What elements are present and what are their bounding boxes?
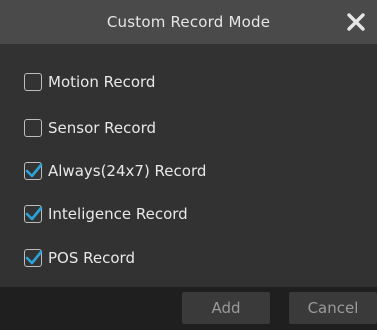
option-pos-record[interactable]: POS Record	[24, 246, 135, 270]
dialog-title: Custom Record Mode	[106, 13, 271, 31]
option-label: Inteligence Record	[48, 205, 188, 223]
dialog-footer: Add Cancel	[0, 287, 377, 330]
custom-record-mode-dialog: Custom Record Mode Motion Record Sensor …	[0, 0, 377, 330]
option-label: POS Record	[48, 249, 135, 267]
option-sensor-record[interactable]: Sensor Record	[24, 116, 156, 140]
add-button[interactable]: Add	[182, 292, 270, 324]
close-icon[interactable]	[345, 11, 367, 33]
inteligence-record-checkbox[interactable]	[24, 205, 43, 223]
option-motion-record[interactable]: Motion Record	[24, 70, 155, 94]
option-inteligence-record[interactable]: Inteligence Record	[24, 202, 188, 226]
option-always-record[interactable]: Always(24x7) Record	[24, 159, 206, 183]
always-record-checkbox[interactable]	[24, 162, 43, 180]
checkmark-icon	[25, 250, 43, 265]
pos-record-checkbox[interactable]	[24, 249, 43, 267]
cancel-button[interactable]: Cancel	[289, 292, 377, 324]
motion-record-checkbox[interactable]	[24, 73, 42, 91]
checkmark-icon	[25, 206, 43, 221]
option-label: Motion Record	[48, 73, 156, 91]
sensor-record-checkbox[interactable]	[24, 119, 42, 137]
dialog-titlebar: Custom Record Mode	[0, 0, 377, 44]
checkmark-icon	[25, 163, 43, 178]
option-label: Always(24x7) Record	[48, 162, 207, 180]
option-label: Sensor Record	[48, 119, 157, 137]
